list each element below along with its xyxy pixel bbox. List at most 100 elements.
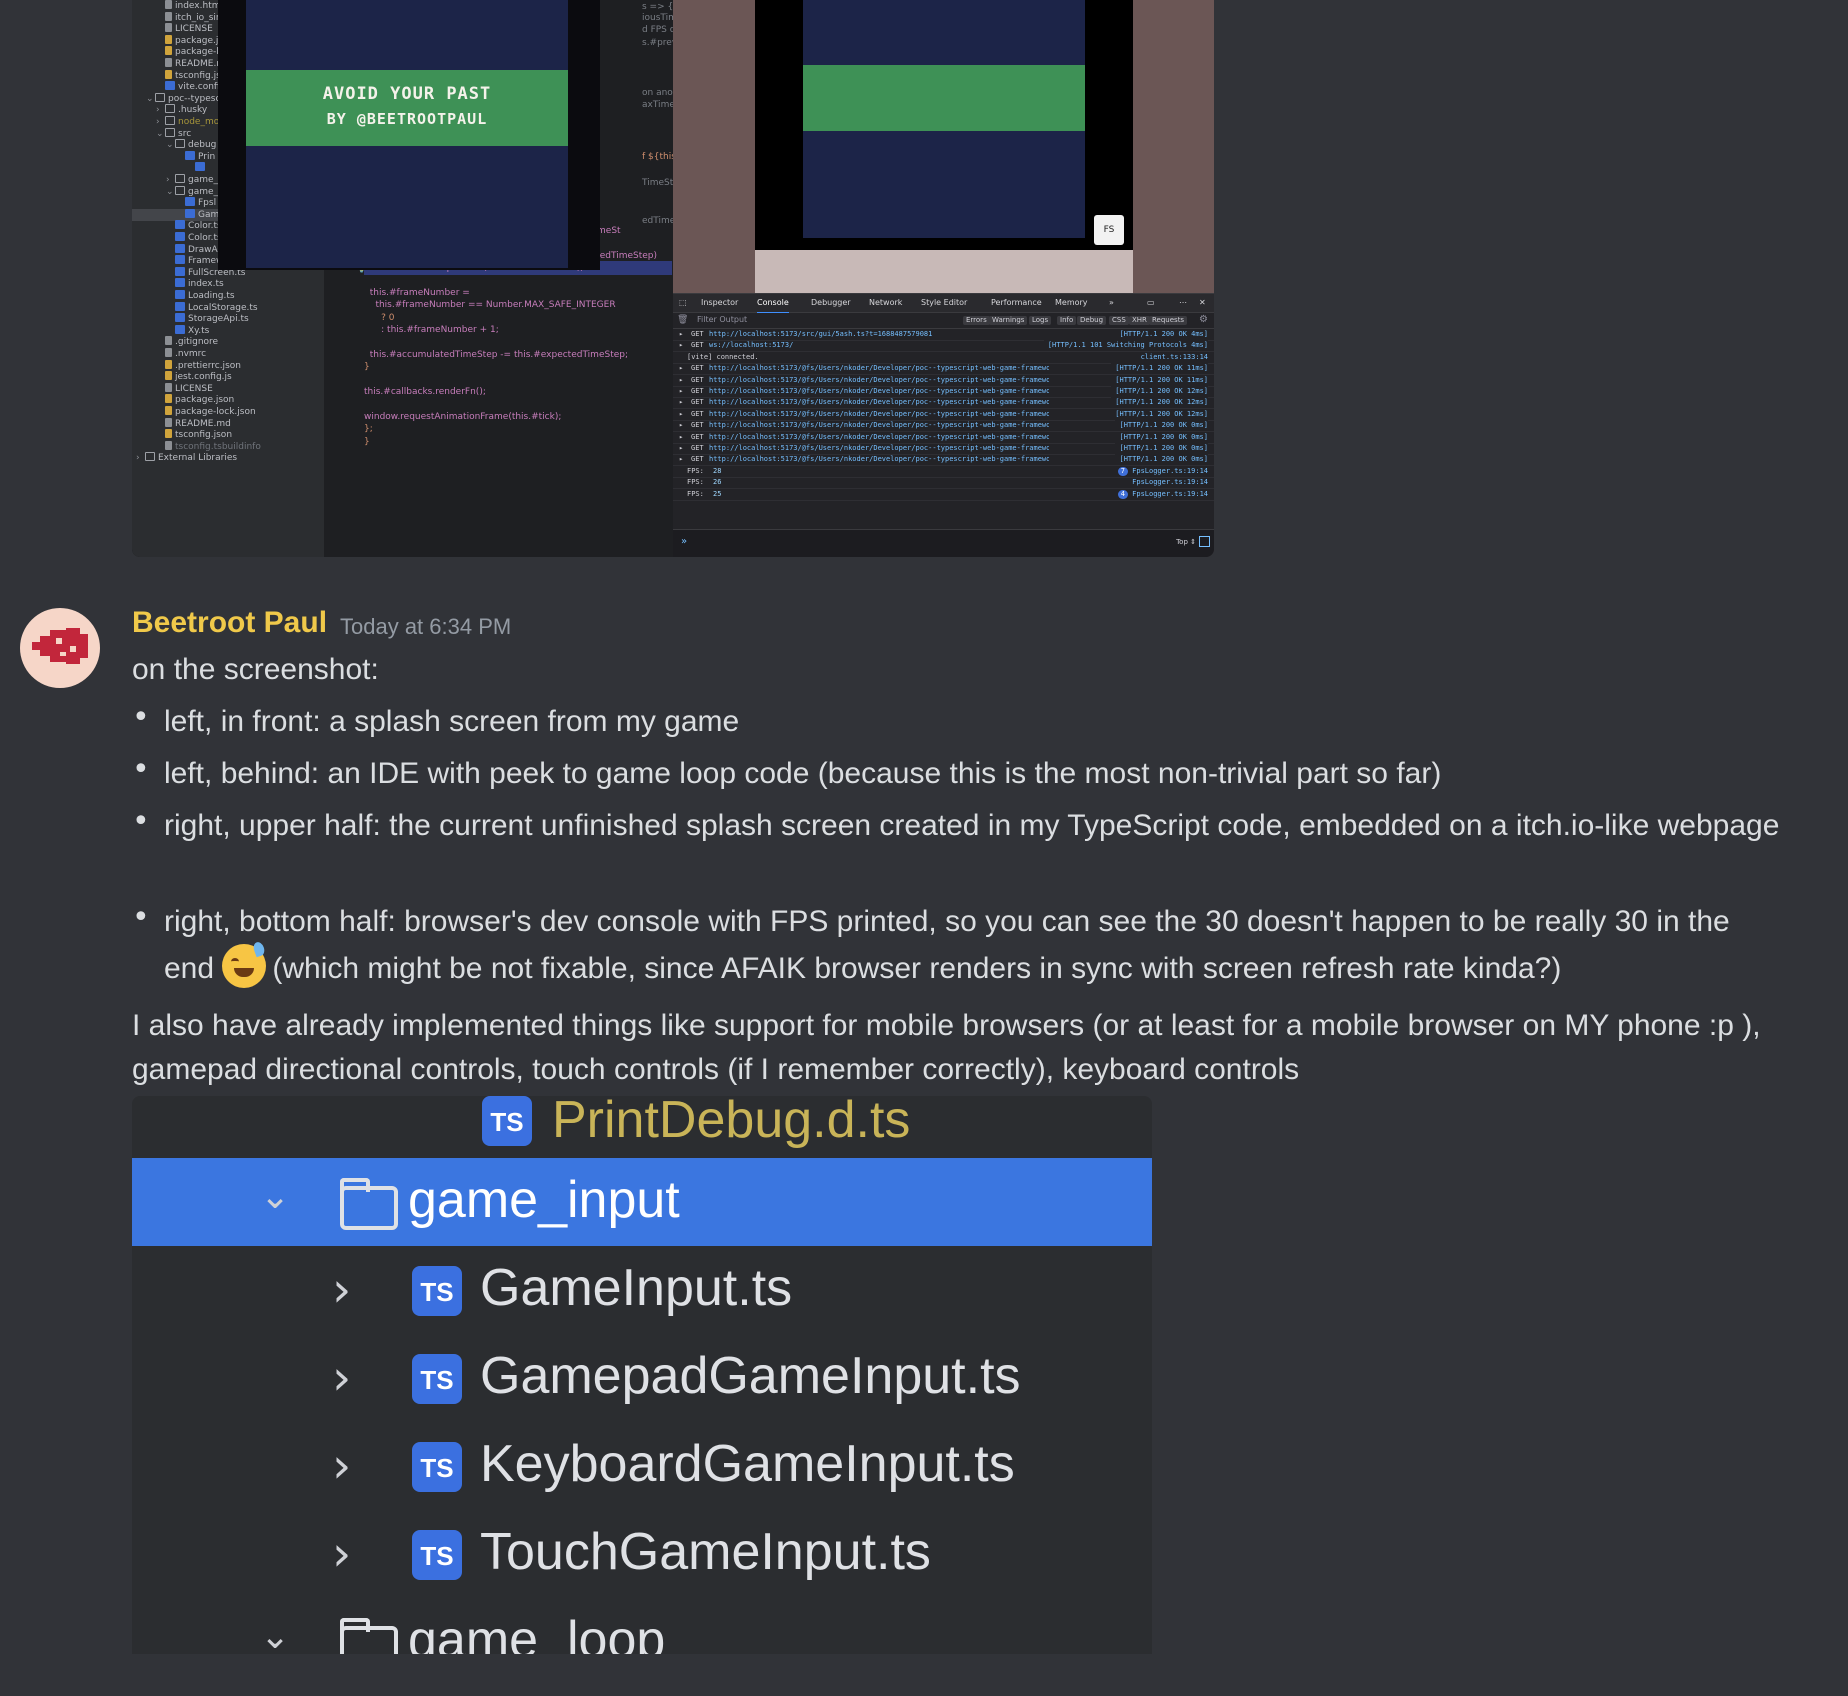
expand-arrow-icon[interactable]: ▸ [679, 375, 683, 386]
tree-item[interactable]: .gitignore [132, 336, 324, 348]
request-status[interactable]: [HTTP/1.1 101 Switching Protocols 4ms] [1043, 340, 1208, 352]
tree-row-file[interactable]: › TS GamepadGameInput.ts [132, 1334, 1152, 1422]
expand-arrow-icon[interactable]: ▸ [679, 363, 683, 374]
expand-arrow-icon[interactable]: ▸ [679, 397, 683, 408]
tree-row-game-input[interactable]: ⌄ game_input [132, 1158, 1152, 1246]
chevron-down-icon[interactable]: ⌄ [166, 139, 175, 151]
tree-row-game-loop[interactable]: ⌄ game_loop [132, 1598, 1152, 1654]
expand-arrow-icon[interactable]: ▸ [679, 340, 683, 351]
gear-icon[interactable]: ⚙ [1199, 314, 1208, 325]
chevron-down-icon[interactable]: ⌄ [156, 128, 165, 140]
request-status[interactable]: client.ts:133:14 [1136, 351, 1208, 363]
tab-memory[interactable]: Memory [1055, 294, 1088, 312]
request-url[interactable]: http://localhost:5173/@fs/Users/nkoder/D… [709, 454, 1049, 465]
filter-chip[interactable]: CSS [1109, 316, 1129, 325]
request-status[interactable]: [HTTP/1.1 200 OK 11ms] [1111, 363, 1208, 375]
console-row[interactable]: [vite] connected. client.ts:133:14 [673, 351, 1214, 364]
console-row[interactable]: ▸ GET http://localhost:5173/@fs/Users/nkod… [673, 386, 1214, 398]
chevron-down-icon[interactable]: ⌄ [166, 186, 175, 198]
tree-row-file[interactable]: › TS TouchGameInput.ts [132, 1510, 1152, 1598]
tree-item[interactable]: › External Libraries [132, 452, 324, 464]
tree-item[interactable]: tsconfig.tsbuildinfo [132, 440, 324, 453]
more-tabs-icon[interactable]: » [1109, 294, 1114, 312]
expand-arrow-icon[interactable]: ▸ [679, 409, 683, 420]
tab-debugger[interactable]: Debugger [811, 294, 851, 312]
tree-item[interactable]: .prettierrc.json [132, 359, 324, 372]
console-row[interactable]: ▸ GET http://localhost:5173/src/gui/5ash.t… [673, 329, 1214, 341]
filter-chip[interactable]: Debug [1077, 316, 1107, 325]
expand-arrow-icon[interactable]: ▸ [679, 432, 683, 443]
tab-network[interactable]: Network [869, 294, 902, 312]
request-status[interactable]: [HTTP/1.1 200 OK 0ms] [1115, 443, 1208, 454]
expand-arrow-icon[interactable]: ▸ [679, 386, 683, 397]
log-source-link[interactable]: FpsLogger.ts:19:14 [1132, 489, 1208, 500]
request-status[interactable]: [HTTP/1.1 200 OK 12ms] [1111, 397, 1208, 409]
request-status[interactable]: [HTTP/1.1 200 OK 4ms] [1115, 329, 1208, 340]
request-status[interactable]: [HTTP/1.1 200 OK 0ms] [1115, 420, 1208, 432]
expand-arrow-icon[interactable]: ▸ [679, 329, 683, 340]
tab-inspector[interactable]: Inspector [701, 294, 738, 312]
tree-item[interactable]: LICENSE [132, 382, 324, 395]
tree-row-file[interactable]: › TS KeyboardGameInput.ts [132, 1422, 1152, 1510]
chevron-down-icon[interactable]: ⌄ [260, 1176, 290, 1217]
console-row[interactable]: ▸ GET http://localhost:5173/@fs/Users/nkod… [673, 454, 1214, 467]
chevron-right-icon[interactable]: › [332, 1350, 351, 1406]
dock-icon[interactable]: ▭ [1147, 294, 1155, 312]
request-url[interactable]: http://localhost:5173/@fs/Users/nkoder/D… [709, 443, 1049, 454]
console-row[interactable]: ▸ GET http://localhost:5173/@fs/Users/nkod… [673, 397, 1214, 410]
chevron-right-icon[interactable]: › [156, 116, 165, 128]
request-url[interactable]: http://localhost:5173/@fs/Users/nkoder/D… [709, 432, 1049, 443]
filter-chip[interactable]: XHR [1129, 316, 1150, 325]
chevron-right-icon[interactable]: › [332, 1526, 351, 1582]
request-url[interactable]: http://localhost:5173/@fs/Users/nkoder/D… [709, 420, 1049, 431]
tree-zoom-attachment[interactable]: TS PrintDebug.d.ts ⌄ game_input › TS GameI… [132, 1096, 1152, 1654]
filter-chip[interactable]: Errors [963, 316, 990, 325]
trash-icon[interactable]: 🗑 [677, 315, 688, 325]
request-url[interactable]: http://localhost:5173/@fs/Users/nkoder/D… [709, 409, 1049, 420]
avatar[interactable] [20, 608, 100, 688]
request-status[interactable]: [HTTP/1.1 200 OK 12ms] [1111, 408, 1208, 420]
tree-item[interactable]: package.json [132, 394, 324, 406]
console-row[interactable]: ▸ GET http://localhost:5173/@fs/Users/nkod… [673, 363, 1214, 376]
request-url[interactable]: [vite] connected. [687, 352, 759, 363]
tab-console[interactable]: Console [757, 294, 789, 314]
request-status[interactable]: [HTTP/1.1 200 OK 12ms] [1111, 386, 1208, 397]
console-row[interactable]: ▸ GET ws://localhost:5173/ [HTTP/1.1 101 Sw… [673, 340, 1214, 353]
tree-item[interactable]: package-lock.json [132, 406, 324, 418]
console-row[interactable]: ▸ GET http://localhost:5173/@fs/Users/nkod… [673, 408, 1214, 421]
tree-item[interactable]: StorageApi.ts [132, 313, 324, 325]
filter-chip[interactable]: Info [1057, 316, 1077, 325]
filter-chip[interactable]: Warnings [989, 316, 1028, 325]
console-row[interactable]: ▸ GET http://localhost:5173/@fs/Users/nkod… [673, 420, 1214, 433]
chevron-right-icon[interactable]: › [332, 1438, 351, 1494]
chevron-right-icon[interactable]: › [332, 1262, 351, 1318]
console-row[interactable]: ▸ GET http://localhost:5173/@fs/Users/nkod… [673, 443, 1214, 455]
menu-icon[interactable]: ⋯ [1179, 294, 1187, 312]
request-url[interactable]: http://localhost:5173/src/gui/5ash.ts?t=… [709, 329, 932, 340]
tree-item[interactable]: Xy.ts [132, 324, 324, 337]
element-picker-icon[interactable]: ⬚ [679, 294, 687, 312]
console-row[interactable]: ▸ GET http://localhost:5173/@fs/Users/nkod… [673, 431, 1214, 444]
console-input-bar[interactable]: » Top ⇕ [673, 529, 1214, 557]
request-status[interactable]: [HTTP/1.1 200 OK 0ms] [1115, 431, 1208, 443]
request-url[interactable]: http://localhost:5173/@fs/Users/nkoder/D… [709, 397, 1049, 408]
chevron-right-icon[interactable]: › [166, 174, 175, 186]
expand-arrow-icon[interactable]: ▸ [679, 454, 683, 465]
filter-chip[interactable]: Logs [1029, 316, 1052, 325]
log-source-link[interactable]: FpsLogger.ts:19:14 [1132, 466, 1208, 477]
split-console-icon[interactable] [1199, 536, 1210, 547]
filter-input[interactable]: Filter Output [697, 315, 747, 324]
console-row[interactable]: ▸ GET http://localhost:5173/@fs/Users/nkod… [673, 374, 1214, 387]
tree-item[interactable]: LocalStorage.ts [132, 301, 324, 314]
request-url[interactable]: http://localhost:5173/@fs/Users/nkoder/D… [709, 375, 1049, 386]
tree-row-file[interactable]: › TS GameInput.ts [132, 1246, 1152, 1334]
chevron-right-icon[interactable]: › [156, 104, 165, 116]
expand-arrow-icon[interactable]: ▸ [679, 443, 683, 454]
log-source-link[interactable]: FpsLogger.ts:19:14 [1132, 477, 1208, 488]
request-url[interactable]: http://localhost:5173/@fs/Users/nkoder/D… [709, 386, 1049, 397]
tree-item[interactable]: Loading.ts [132, 290, 324, 302]
tab-performance[interactable]: Performance [991, 294, 1042, 312]
request-status[interactable]: [HTTP/1.1 200 OK 11ms] [1111, 374, 1208, 386]
tree-item[interactable]: .nvmrc [132, 348, 324, 360]
chevron-down-icon[interactable]: ⌄ [260, 1616, 290, 1654]
